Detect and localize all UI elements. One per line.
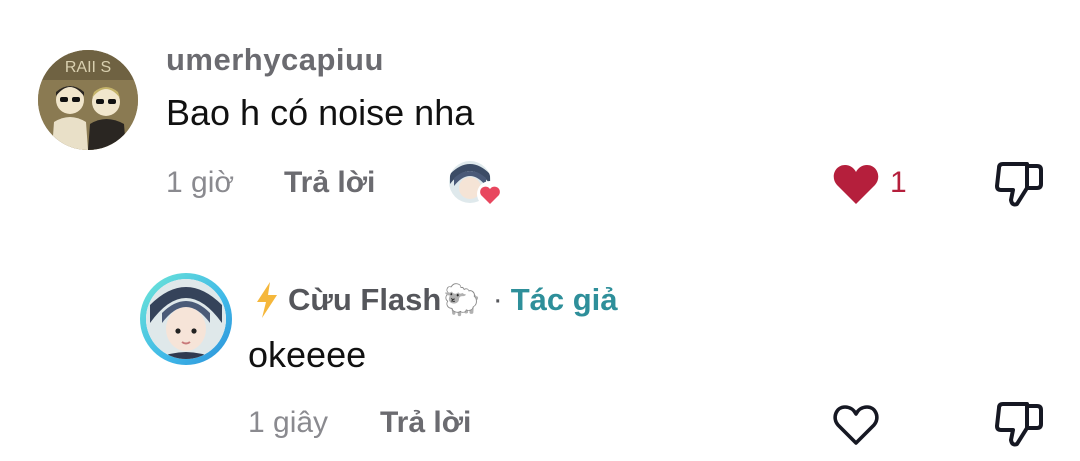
reply-author-avatar[interactable] xyxy=(140,273,232,365)
liked-by-creator-badge xyxy=(448,160,503,207)
like-heart-outline-icon[interactable] xyxy=(832,402,880,446)
comment-text: Bao h có noise nha xyxy=(166,92,475,133)
reply-to-reply-button[interactable]: Trả lời xyxy=(380,406,471,440)
reply-button[interactable]: Trả lời xyxy=(284,166,375,200)
author-badge: Tác giả xyxy=(510,282,618,317)
commenter-avatar[interactable]: RAII S xyxy=(38,50,138,150)
commenter-username[interactable]: umerhycapiuu xyxy=(166,42,384,78)
dislike-icon[interactable] xyxy=(993,160,1045,210)
comment-timestamp: 1 giờ xyxy=(166,166,235,199)
lightning-bolt-icon xyxy=(254,281,280,319)
separator-dot: · xyxy=(492,283,503,316)
reply-author-line: Cừu Flash 🐑 · Tác giả xyxy=(254,278,618,322)
sheep-icon: 🐑 xyxy=(443,282,481,318)
like-count: 1 xyxy=(890,166,907,199)
reply-author-name[interactable]: Cừu Flash xyxy=(288,282,441,318)
avatar-caption: RAII S xyxy=(65,59,111,76)
avatar-illustration: RAII S xyxy=(38,50,138,150)
reply-text: okeeee xyxy=(248,334,367,375)
child-portrait xyxy=(146,279,226,359)
reply-timestamp: 1 giây xyxy=(248,406,329,439)
dislike-icon[interactable] xyxy=(993,400,1045,450)
like-heart-icon[interactable] xyxy=(832,162,880,206)
